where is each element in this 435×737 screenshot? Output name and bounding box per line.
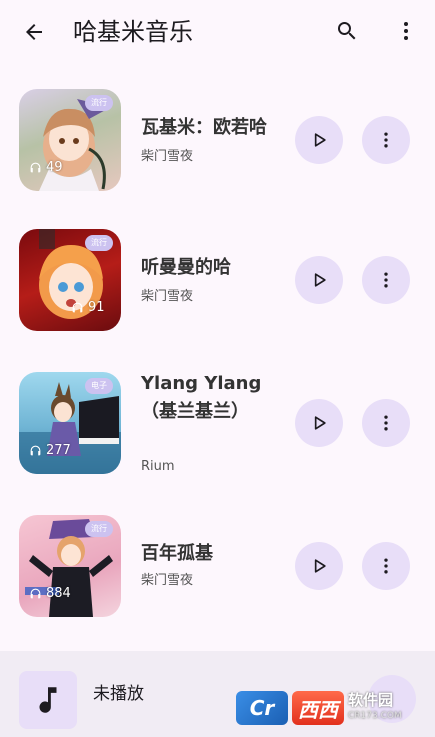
genre-badge: 流行	[85, 95, 113, 111]
genre-badge: 流行	[85, 235, 113, 251]
mini-player-cover	[19, 671, 77, 729]
headphones-icon	[72, 302, 83, 313]
list-item[interactable]: 流行 49 瓦基米：欧若哈 柴门雪夜	[0, 88, 435, 192]
mini-player-title: 未播放	[93, 684, 144, 704]
watermark-logo: Cr	[236, 691, 288, 725]
play-button[interactable]	[295, 256, 343, 304]
overflow-menu-button[interactable]	[386, 11, 426, 51]
search-icon	[338, 22, 356, 40]
song-title: 瓦基米：欧若哈	[141, 117, 267, 138]
play-count-value: 277	[46, 443, 71, 458]
song-artist: Rium	[141, 459, 175, 474]
album-cover: 流行 884	[19, 515, 121, 617]
album-cover: 流行 91	[19, 229, 121, 331]
more-vert-icon	[384, 132, 388, 148]
more-vert-icon	[384, 415, 388, 431]
watermark-name: 西西	[292, 691, 344, 725]
play-count: 49	[29, 160, 63, 175]
play-count-value: 49	[46, 160, 63, 175]
arrow-left-icon	[26, 24, 42, 40]
song-title: Ylang Ylang（基兰基兰）	[141, 373, 262, 422]
song-more-button[interactable]	[362, 256, 410, 304]
song-more-button[interactable]	[362, 116, 410, 164]
more-vert-icon	[384, 272, 388, 288]
song-artist: 柴门雪夜	[141, 573, 194, 588]
album-cover: 电子 277	[19, 372, 121, 474]
play-button[interactable]	[295, 116, 343, 164]
song-artist: 柴门雪夜	[141, 289, 194, 304]
list-item[interactable]: 流行 91 听曼曼的哈 柴门雪夜	[0, 228, 435, 332]
song-title: 听曼曼的哈	[141, 257, 231, 278]
headphones-icon	[30, 445, 41, 456]
play-button[interactable]	[295, 399, 343, 447]
play-count-value: 884	[46, 586, 71, 601]
more-vert-icon	[384, 558, 388, 574]
watermark-site: CR173.COM	[348, 711, 402, 721]
app-bar: 哈基米音乐	[0, 0, 435, 64]
play-count-value: 91	[88, 300, 105, 315]
song-title: 百年孤基	[141, 543, 213, 564]
headphones-icon	[30, 162, 41, 173]
album-cover: 流行 49	[19, 89, 121, 191]
more-vert-icon	[404, 22, 408, 40]
list-item[interactable]: 流行 884 百年孤基 柴门雪夜	[0, 512, 435, 617]
headphones-icon	[30, 588, 41, 599]
page-title: 哈基米音乐	[73, 18, 193, 46]
genre-badge: 电子	[85, 378, 113, 394]
play-count: 91	[71, 300, 105, 315]
watermark-sub: 软件园 CR173.COM	[348, 692, 402, 724]
search-button[interactable]	[327, 11, 367, 51]
play-count: 884	[29, 586, 71, 601]
play-icon	[314, 416, 326, 430]
back-button[interactable]	[14, 12, 54, 52]
play-button[interactable]	[295, 542, 343, 590]
genre-badge: 流行	[85, 521, 113, 537]
music-note-icon	[39, 687, 57, 713]
play-icon	[314, 133, 326, 147]
play-icon	[314, 273, 326, 287]
watermark: Cr 西西 软件园 CR173.COM	[236, 688, 416, 728]
watermark-sub-title: 软件园	[348, 691, 394, 709]
song-more-button[interactable]	[362, 399, 410, 447]
play-count: 277	[29, 443, 71, 458]
song-more-button[interactable]	[362, 542, 410, 590]
play-icon	[314, 559, 326, 573]
song-artist: 柴门雪夜	[141, 149, 194, 164]
list-item[interactable]: 电子 277 Ylang Ylang（基兰基兰） Rium	[0, 370, 435, 474]
